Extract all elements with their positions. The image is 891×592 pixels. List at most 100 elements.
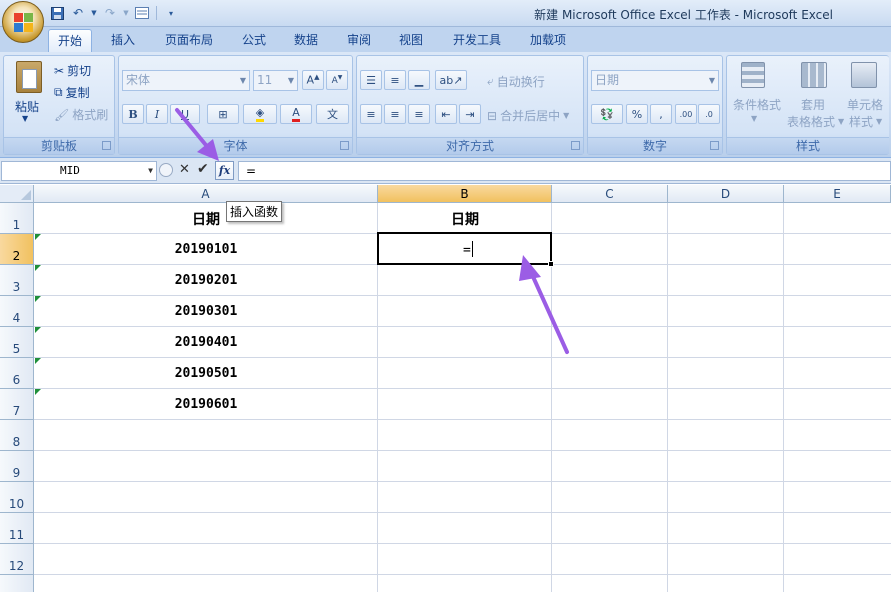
- formula-bar-grip-icon[interactable]: [159, 163, 173, 177]
- chevron-down-icon[interactable]: ▼: [148, 162, 153, 180]
- row-header-6[interactable]: 6: [0, 358, 34, 389]
- number-launcher-icon[interactable]: [710, 141, 719, 150]
- percent-button[interactable]: %: [626, 104, 648, 124]
- column-header-b[interactable]: B: [378, 185, 552, 203]
- phonetic-button[interactable]: 文: [316, 104, 349, 124]
- fill-color-button[interactable]: ◈: [243, 104, 277, 124]
- font-name-value: 宋体: [126, 73, 151, 87]
- column-header-c[interactable]: C: [552, 185, 668, 203]
- select-all-corner[interactable]: [0, 185, 34, 203]
- cell-styles-label-1[interactable]: 单元格: [847, 96, 883, 113]
- redo-icon[interactable]: ↷: [101, 4, 119, 22]
- chevron-down-icon[interactable]: ▼: [751, 114, 757, 123]
- tab-formulas[interactable]: 公式: [233, 29, 275, 52]
- merge-center-button[interactable]: ⊟ 合并后居中 ▼: [487, 107, 569, 124]
- row-header-9[interactable]: 9: [0, 451, 34, 482]
- alignment-launcher-icon[interactable]: [571, 141, 580, 150]
- tab-developer[interactable]: 开发工具: [444, 29, 510, 52]
- borders-button[interactable]: ⊞: [207, 104, 239, 124]
- bold-button[interactable]: B: [122, 104, 144, 124]
- table-format-label-1[interactable]: 套用: [801, 96, 825, 113]
- conditional-format-button[interactable]: 条件格式: [733, 96, 781, 113]
- cell-b1[interactable]: 日期: [378, 209, 552, 229]
- office-button[interactable]: [2, 1, 44, 43]
- tab-add-ins[interactable]: 加载项: [521, 29, 575, 52]
- orientation-button[interactable]: ab↗: [435, 70, 467, 90]
- cell-a4[interactable]: 20190301: [34, 304, 378, 319]
- italic-button[interactable]: I: [146, 104, 168, 124]
- cell-b2-editor[interactable]: =: [463, 241, 473, 258]
- row-header-12[interactable]: 12: [0, 544, 34, 575]
- column-header-a[interactable]: A: [34, 185, 378, 203]
- scissors-icon: ✂: [54, 63, 65, 78]
- enter-check-icon[interactable]: ✔: [197, 161, 209, 177]
- column-header-d[interactable]: D: [668, 185, 784, 203]
- row-header-8[interactable]: 8: [0, 420, 34, 451]
- row-header-11[interactable]: 11: [0, 513, 34, 544]
- align-top-button[interactable]: ☰: [360, 70, 382, 90]
- row-header-10[interactable]: 10: [0, 482, 34, 513]
- row-header-3[interactable]: 3: [0, 265, 34, 296]
- cut-button[interactable]: ✂ 剪切: [54, 62, 91, 79]
- format-painter-button[interactable]: 🖌 格式刷: [54, 106, 108, 123]
- tab-view[interactable]: 视图: [390, 29, 432, 52]
- font-color-icon: A: [292, 106, 300, 122]
- number-format-combo[interactable]: 日期 ▼: [591, 70, 719, 91]
- row-header-1[interactable]: 1: [0, 203, 34, 234]
- fill-handle[interactable]: [548, 261, 554, 267]
- align-center-button[interactable]: ≡: [384, 104, 406, 124]
- tab-page-layout[interactable]: 页面布局: [156, 29, 222, 52]
- undo-dropdown-icon[interactable]: ▼: [90, 4, 98, 22]
- cell-styles-button[interactable]: 样式 ▼: [849, 113, 882, 130]
- row-header-4[interactable]: 4: [0, 296, 34, 327]
- cell-a3[interactable]: 20190201: [34, 273, 378, 288]
- cell-a7[interactable]: 20190601: [34, 397, 378, 412]
- paste-button[interactable]: 粘贴: [15, 98, 39, 115]
- currency-button[interactable]: 💱: [591, 104, 623, 124]
- formula-input[interactable]: =: [238, 161, 891, 181]
- print-preview-icon[interactable]: [133, 4, 151, 22]
- tab-data[interactable]: 数据: [285, 29, 327, 52]
- align-left-button[interactable]: ≡: [360, 104, 382, 124]
- cell-a2[interactable]: 20190101: [34, 242, 378, 257]
- undo-icon[interactable]: ↶: [69, 4, 87, 22]
- tab-insert[interactable]: 插入: [102, 29, 144, 52]
- cell-a1[interactable]: 日期: [34, 209, 378, 229]
- increase-indent-button[interactable]: ⇥: [459, 104, 481, 124]
- save-icon[interactable]: [48, 4, 66, 22]
- customize-qat-icon[interactable]: ▾: [162, 4, 180, 22]
- shrink-font-button[interactable]: A▼: [326, 70, 348, 90]
- name-box-value: MID: [60, 164, 80, 177]
- cancel-icon[interactable]: ✕: [179, 162, 190, 177]
- name-box[interactable]: MID ▼: [1, 161, 157, 181]
- grow-font-button[interactable]: A▲: [302, 70, 324, 90]
- decrease-decimal-button[interactable]: .0: [698, 104, 720, 124]
- clipboard-launcher-icon[interactable]: [102, 141, 111, 150]
- comma-button[interactable]: ,: [650, 104, 672, 124]
- column-header-e[interactable]: E: [784, 185, 891, 203]
- redo-dropdown-icon[interactable]: ▼: [122, 4, 130, 22]
- increase-decimal-button[interactable]: .00: [675, 104, 697, 124]
- align-middle-button[interactable]: ≡: [384, 70, 406, 90]
- insert-function-icon[interactable]: fx: [215, 161, 234, 180]
- font-size-combo[interactable]: 11 ▼: [253, 70, 298, 91]
- row-header-2[interactable]: 2: [0, 234, 34, 265]
- cell-a5[interactable]: 20190401: [34, 335, 378, 350]
- align-right-button[interactable]: ≡: [408, 104, 430, 124]
- wrap-text-button[interactable]: ⤶ 自动换行: [487, 73, 545, 90]
- row-header-7[interactable]: 7: [0, 389, 34, 420]
- tab-home[interactable]: 开始: [48, 29, 93, 52]
- font-color-button[interactable]: A: [280, 104, 312, 124]
- font-launcher-icon[interactable]: [340, 141, 349, 150]
- tab-review[interactable]: 审阅: [338, 29, 380, 52]
- table-format-button[interactable]: 表格格式 ▼: [787, 113, 844, 130]
- align-bottom-button[interactable]: ▁: [408, 70, 430, 90]
- copy-button[interactable]: ⧉ 复制: [54, 84, 90, 101]
- paste-dropdown-icon[interactable]: ▼: [22, 114, 28, 123]
- row-header-5[interactable]: 5: [0, 327, 34, 358]
- underline-button[interactable]: U: [170, 104, 200, 124]
- decrease-indent-button[interactable]: ⇤: [435, 104, 457, 124]
- row-header-13[interactable]: [0, 575, 34, 592]
- cell-a6[interactable]: 20190501: [34, 366, 378, 381]
- font-name-combo[interactable]: 宋体 ▼: [122, 70, 250, 91]
